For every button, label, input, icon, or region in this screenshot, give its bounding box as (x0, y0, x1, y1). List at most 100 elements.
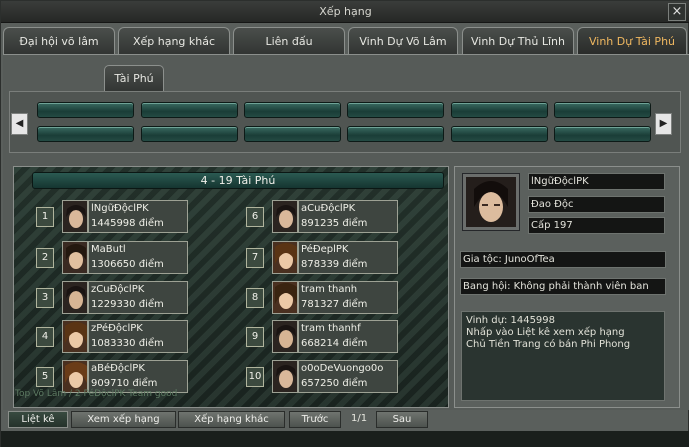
player-score: 1229330 điểm (91, 299, 164, 310)
tab-vinh-du-thu-linh[interactable]: Vinh Dự Thủ Lĩnh (462, 27, 574, 54)
bottom-strip (1, 431, 689, 447)
window-title: Xếp hạng (319, 5, 372, 18)
player-score: 878339 điểm (301, 259, 368, 270)
player-info: lNgữĐộclPK 1445998 điểm (88, 200, 188, 233)
rank-number: 4 (36, 327, 54, 347)
profile-level: Cấp 197 (528, 217, 665, 234)
category-slot[interactable] (347, 102, 444, 118)
profile-description: Vinh dự: 1445998 Nhấp vào Liệt kê xem xế… (461, 311, 665, 401)
avatar (272, 281, 298, 314)
description-line: Nhấp vào Liệt kê xem xếp hạng (466, 327, 625, 338)
player-info: o0oDeVuongo0o 657250 điểm (298, 360, 398, 393)
rank-number: 8 (246, 288, 264, 308)
category-slot[interactable] (37, 126, 134, 142)
player-score: 909710 điểm (91, 378, 158, 389)
profile-guild: Bang hội: Không phải thành viên ban (460, 278, 666, 295)
tab-xep-hang-khac[interactable]: Xếp hạng khác (118, 27, 230, 54)
player-info: PéĐeplPK 878339 điểm (298, 241, 398, 274)
player-name: zCuĐộclPK (91, 284, 145, 295)
ranking-footer-text: Top Võ Lâm / 2 PéĐộclPK Team good (15, 389, 178, 399)
player-name: zPéĐộclPK (91, 323, 143, 334)
window-titlebar: Xếp hạng (1, 1, 689, 23)
rank-number: 3 (36, 288, 54, 308)
player-name: tram thanh (301, 284, 358, 295)
player-score: 668214 điểm (301, 338, 368, 349)
player-name: PéĐeplPK (301, 244, 349, 255)
profile-clan: Gia tộc: JunoOfTea (460, 251, 666, 268)
player-score: 891235 điểm (301, 218, 368, 229)
subtab-tai-phu[interactable]: Tài Phú (104, 65, 164, 91)
close-icon[interactable]: × (668, 3, 686, 21)
player-info: zPéĐộclPK 1083330 điểm (88, 320, 188, 353)
rank-entry[interactable]: 2 MaButl 1306650 điểm (32, 241, 232, 275)
tab-bar: Đại hội võ lâm Xếp hạng khác Liên đấu Vi… (3, 27, 689, 54)
player-info: zCuĐộclPK 1229330 điểm (88, 281, 188, 314)
rank-number: 9 (246, 327, 264, 347)
player-info: tram thanh 781327 điểm (298, 281, 398, 314)
left-arrow-icon[interactable]: ◀ (11, 113, 28, 135)
player-score: 1083330 điểm (91, 338, 164, 349)
right-arrow-icon[interactable]: ▶ (655, 113, 672, 135)
player-score: 657250 điểm (301, 378, 368, 389)
rank-entry[interactable]: 10 o0oDeVuongo0o 657250 điểm (242, 360, 442, 394)
profile-faction: Đao Độc (528, 196, 665, 213)
category-slot[interactable] (37, 102, 134, 118)
category-slot[interactable] (141, 126, 238, 142)
category-slot[interactable] (451, 126, 548, 142)
player-name: tram thanhf (301, 323, 361, 334)
category-slot[interactable] (554, 126, 651, 142)
rank-entry[interactable]: 4 zPéĐộclPK 1083330 điểm (32, 320, 232, 354)
next-button[interactable]: Sau (376, 411, 428, 428)
rank-number: 2 (36, 248, 54, 268)
avatar (272, 200, 298, 233)
player-score: 1445998 điểm (91, 218, 164, 229)
page-indicator: 1/1 (351, 413, 368, 424)
tab-dai-hoi-vo-lam[interactable]: Đại hội võ lâm (3, 27, 115, 54)
rank-entry[interactable]: 6 aCuĐộclPK 891235 điểm (242, 200, 442, 234)
player-info: tram thanhf 668214 điểm (298, 320, 398, 353)
category-slot[interactable] (554, 102, 651, 118)
player-score: 781327 điểm (301, 299, 368, 310)
avatar (272, 241, 298, 274)
category-slot[interactable] (451, 102, 548, 118)
rank-entry[interactable]: 7 PéĐeplPK 878339 điểm (242, 241, 442, 275)
player-name: aBéĐộclPK (91, 363, 145, 374)
rank-number: 5 (36, 367, 54, 387)
player-info: MaButl 1306650 điểm (88, 241, 188, 274)
avatar (62, 241, 88, 274)
player-name: o0oDeVuongo0o (301, 363, 384, 374)
profile-avatar (462, 173, 520, 231)
view-rank-button[interactable]: Xem xếp hạng (71, 411, 176, 428)
other-rank-button[interactable]: Xếp hạng khác (178, 411, 285, 428)
category-slot-panel (9, 91, 681, 153)
category-slot[interactable] (141, 102, 238, 118)
rank-number: 10 (246, 367, 264, 387)
player-score: 1306650 điểm (91, 259, 164, 270)
ranking-panel: 4 - 19 Tài Phú 1 lNgữĐộclPK 1445998 điểm… (13, 166, 449, 408)
category-slot[interactable] (244, 102, 341, 118)
avatar (62, 281, 88, 314)
player-name: aCuĐộclPK (301, 203, 356, 214)
rank-entry[interactable]: 1 lNgữĐộclPK 1445998 điểm (32, 200, 232, 234)
tab-vinh-du-vo-lam[interactable]: Vinh Dự Võ Lâm (348, 27, 458, 54)
rank-number: 6 (246, 207, 264, 227)
rank-entry[interactable]: 3 zCuĐộclPK 1229330 điểm (32, 281, 232, 315)
avatar (62, 200, 88, 233)
player-name: lNgữĐộclPK (91, 203, 149, 214)
category-slot[interactable] (347, 126, 444, 142)
honor-value: Vinh dự: 1445998 (466, 315, 556, 326)
tab-vinh-du-tai-phu[interactable]: Vinh Dự Tài Phú (577, 27, 687, 54)
rank-entry[interactable]: 8 tram thanh 781327 điểm (242, 281, 442, 315)
avatar (272, 320, 298, 353)
prev-button[interactable]: Trước (289, 411, 341, 428)
category-slot[interactable] (244, 126, 341, 142)
tab-lien-dau[interactable]: Liên đấu (233, 27, 345, 54)
player-name: MaButl (91, 244, 126, 255)
ranking-header: 4 - 19 Tài Phú (32, 172, 444, 189)
rank-number: 7 (246, 248, 264, 268)
player-info: aCuĐộclPK 891235 điểm (298, 200, 398, 233)
rank-entry[interactable]: 9 tram thanhf 668214 điểm (242, 320, 442, 354)
ranking-window: Xếp hạng × Đại hội võ lâm Xếp hạng khác … (0, 0, 689, 447)
list-button[interactable]: Liệt kê (8, 411, 68, 428)
profile-name: lNgữĐộclPK (528, 173, 665, 190)
